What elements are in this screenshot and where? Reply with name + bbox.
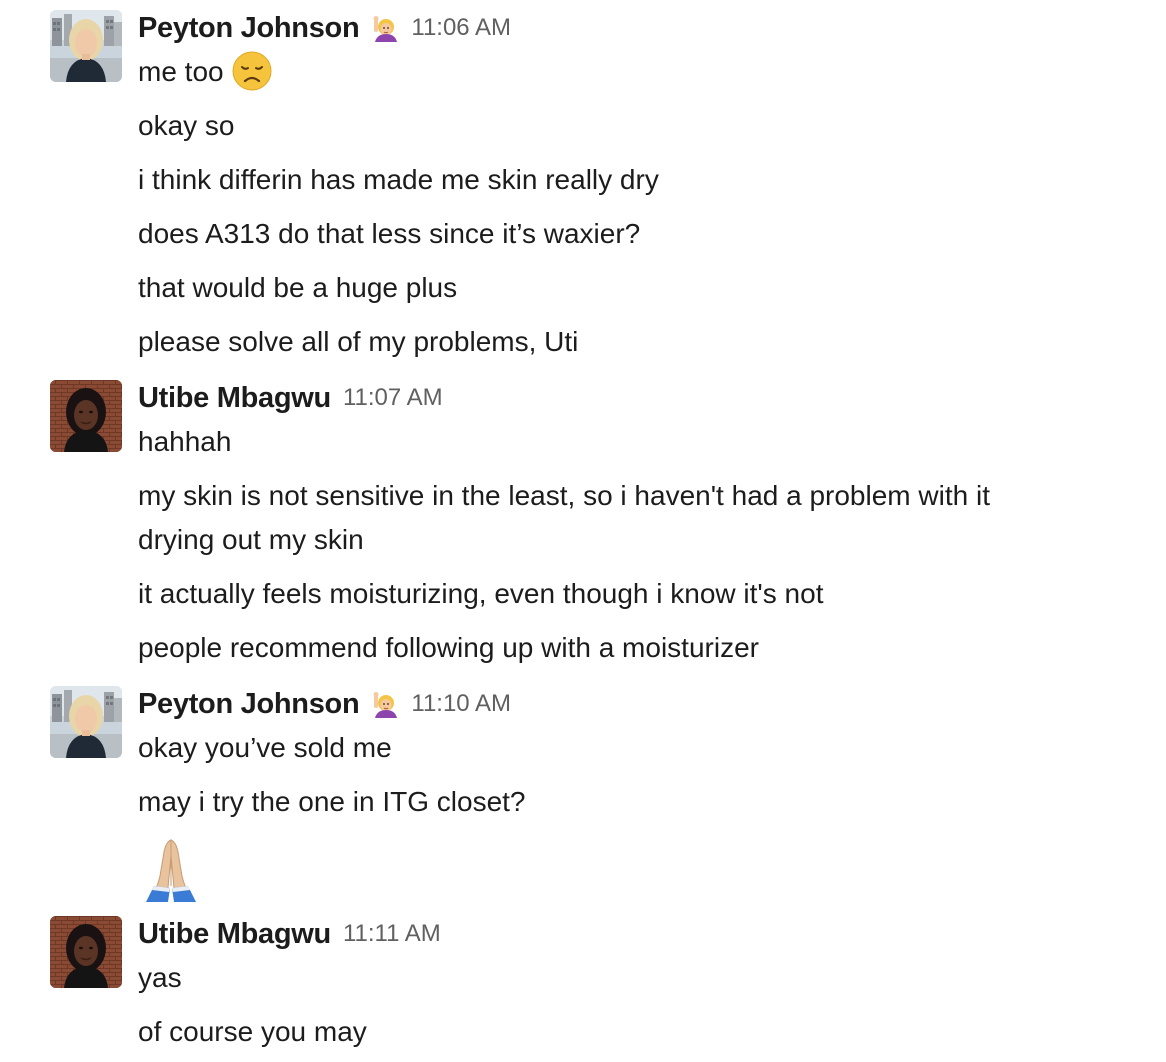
message-line: please solve all of my problems, Uti (138, 326, 579, 357)
timestamp[interactable]: 11:07 AM (343, 384, 443, 412)
message-header: Utibe Mbagwu 11:11 AM (138, 916, 441, 952)
message-line: yas (138, 962, 182, 993)
author-name[interactable]: Peyton Johnson (138, 688, 360, 721)
message-line: of course you may (138, 1016, 367, 1047)
message-line: okay so (138, 110, 235, 141)
avatar[interactable] (50, 10, 122, 82)
avatar[interactable] (50, 380, 122, 452)
message-line: me too (138, 50, 272, 94)
message-line: that would be a huge plus (138, 272, 458, 303)
message-header: Peyton Johnson 11:10 AM (138, 686, 511, 722)
message-line: hahhah (138, 426, 232, 457)
message-line: people recommend following up with a moi… (138, 632, 759, 663)
raising-hand-icon[interactable] (371, 14, 399, 42)
message-text: me too (138, 56, 224, 87)
author-name[interactable]: Utibe Mbagwu (138, 382, 331, 415)
timestamp[interactable]: 11:10 AM (411, 690, 511, 718)
message-header: Peyton Johnson 11:06 AM (138, 10, 511, 46)
raising-hand-icon[interactable] (371, 690, 399, 718)
message-line: i think differin has made me skin really… (138, 164, 659, 195)
folded-hands-icon (138, 836, 204, 902)
avatar[interactable] (50, 916, 122, 988)
message-line: okay you’ve sold me (138, 732, 392, 763)
message-line: does A313 do that less since it’s waxier… (138, 218, 641, 249)
message-line: may i try the one in ITG closet? (138, 786, 526, 817)
disappointed-face-icon (232, 51, 272, 91)
message-header: Utibe Mbagwu 11:07 AM (138, 380, 443, 416)
author-name[interactable]: Utibe Mbagwu (138, 918, 331, 951)
author-name[interactable]: Peyton Johnson (138, 12, 360, 45)
timestamp[interactable]: 11:11 AM (343, 920, 441, 948)
avatar[interactable] (50, 686, 122, 758)
timestamp[interactable]: 11:06 AM (411, 14, 511, 42)
message-line: it actually feels moisturizing, even tho… (138, 578, 824, 609)
message-line: my skin is not sensitive in the least, s… (138, 480, 990, 555)
